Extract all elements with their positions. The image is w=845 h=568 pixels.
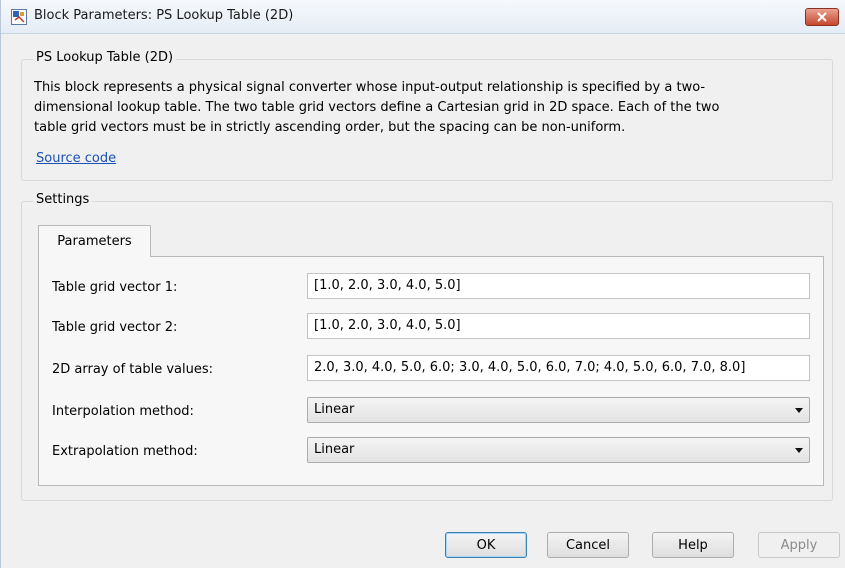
table-values-input[interactable]: 2.0, 3.0, 4.0, 5.0, 6.0; 3.0, 4.0, 5.0, … (307, 355, 810, 381)
source-code-link[interactable]: Source code (36, 151, 116, 166)
apply-button[interactable]: Apply (758, 532, 840, 558)
chevron-down-icon (795, 448, 803, 453)
title-bar[interactable]: Block Parameters: PS Lookup Table (2D) (1, 0, 845, 34)
window-title: Block Parameters: PS Lookup Table (2D) (34, 8, 294, 23)
interpolation-method-value: Linear (314, 402, 355, 417)
description-line: This block represents a physical signal … (34, 80, 706, 95)
extrapolation-method-value: Linear (314, 442, 355, 457)
dialog-window: Block Parameters: PS Lookup Table (2D) P… (0, 0, 845, 568)
extrapolation-method-label: Extrapolation method: (52, 444, 198, 459)
table-grid-vector-2-input[interactable]: [1.0, 2.0, 3.0, 4.0, 5.0] (307, 313, 810, 339)
extrapolation-method-select[interactable]: Linear (307, 437, 810, 463)
settings-group-label: Settings (33, 192, 93, 207)
cancel-button[interactable]: Cancel (547, 532, 629, 558)
block-group-label: PS Lookup Table (2D) (33, 50, 177, 65)
ok-button[interactable]: OK (445, 532, 527, 558)
description-line: dimensional lookup table. The two table … (34, 100, 720, 115)
tab-parameters[interactable]: Parameters (38, 225, 151, 257)
close-button[interactable] (805, 8, 839, 26)
interpolation-method-label: Interpolation method: (52, 404, 194, 419)
block-description: This block represents a physical signal … (34, 78, 814, 138)
simulink-block-icon (11, 9, 27, 25)
table-grid-vector-1-label: Table grid vector 1: (52, 280, 178, 295)
description-line: table grid vectors must be in strictly a… (34, 120, 626, 135)
help-button[interactable]: Help (652, 532, 734, 558)
tab-parameters-label: Parameters (57, 234, 132, 249)
table-grid-vector-2-label: Table grid vector 2: (52, 320, 178, 335)
interpolation-method-select[interactable]: Linear (307, 397, 810, 423)
table-values-label: 2D array of table values: (52, 362, 214, 377)
table-grid-vector-1-input[interactable]: [1.0, 2.0, 3.0, 4.0, 5.0] (307, 273, 810, 299)
chevron-down-icon (795, 408, 803, 413)
close-icon (817, 12, 827, 22)
